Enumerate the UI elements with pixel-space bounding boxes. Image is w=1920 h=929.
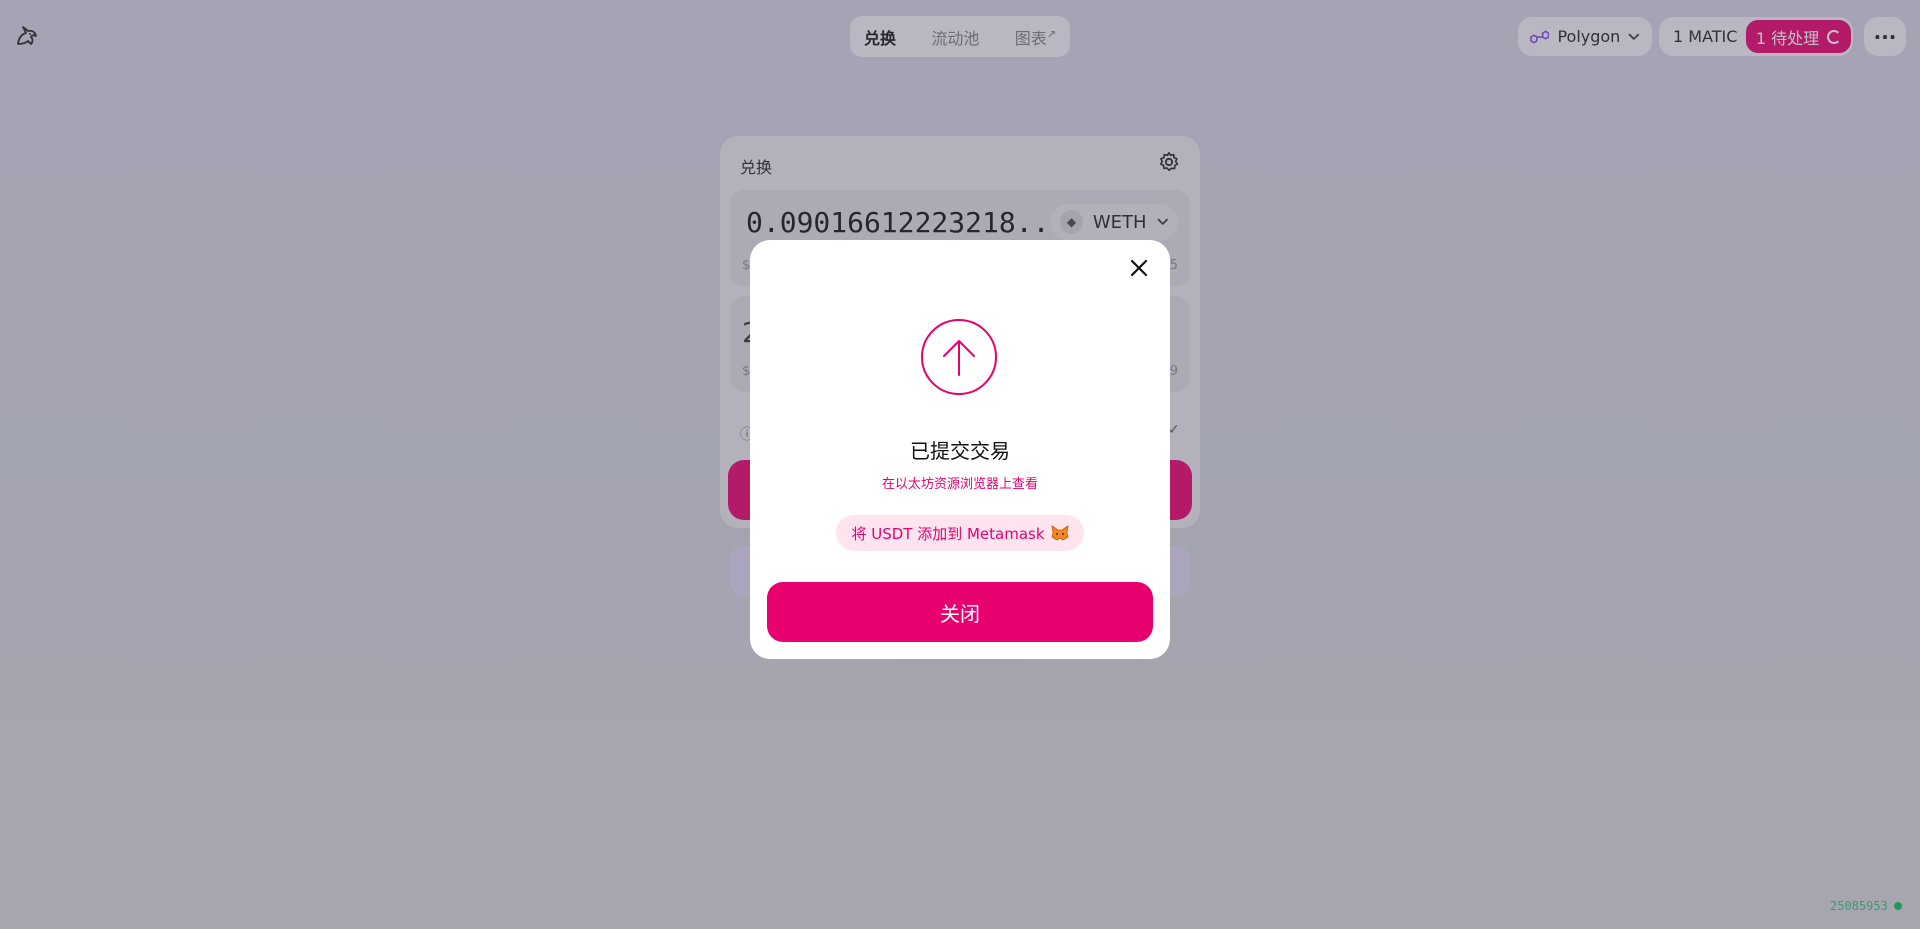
metamask-fox-icon bbox=[1051, 525, 1069, 541]
transaction-submitted-modal: 已提交交易 在以太坊资源浏览器上查看 将 USDT 添加到 Metamask 关… bbox=[750, 240, 1170, 659]
block-number-indicator[interactable]: 25085953 bbox=[1830, 899, 1902, 913]
view-on-explorer-link[interactable]: 在以太坊资源浏览器上查看 bbox=[750, 473, 1170, 492]
close-button[interactable]: 关闭 bbox=[767, 582, 1153, 642]
modal-title: 已提交交易 bbox=[910, 439, 1010, 463]
block-number: 25085953 bbox=[1830, 899, 1888, 913]
close-button-label: 关闭 bbox=[940, 601, 980, 626]
arrow-up-circle-icon bbox=[921, 319, 997, 395]
status-dot-icon bbox=[1893, 902, 1902, 910]
add-token-to-metamask-button[interactable]: 将 USDT 添加到 Metamask bbox=[836, 515, 1084, 551]
close-icon[interactable] bbox=[1127, 256, 1151, 280]
add-token-label: 将 USDT 添加到 Metamask bbox=[851, 524, 1045, 543]
